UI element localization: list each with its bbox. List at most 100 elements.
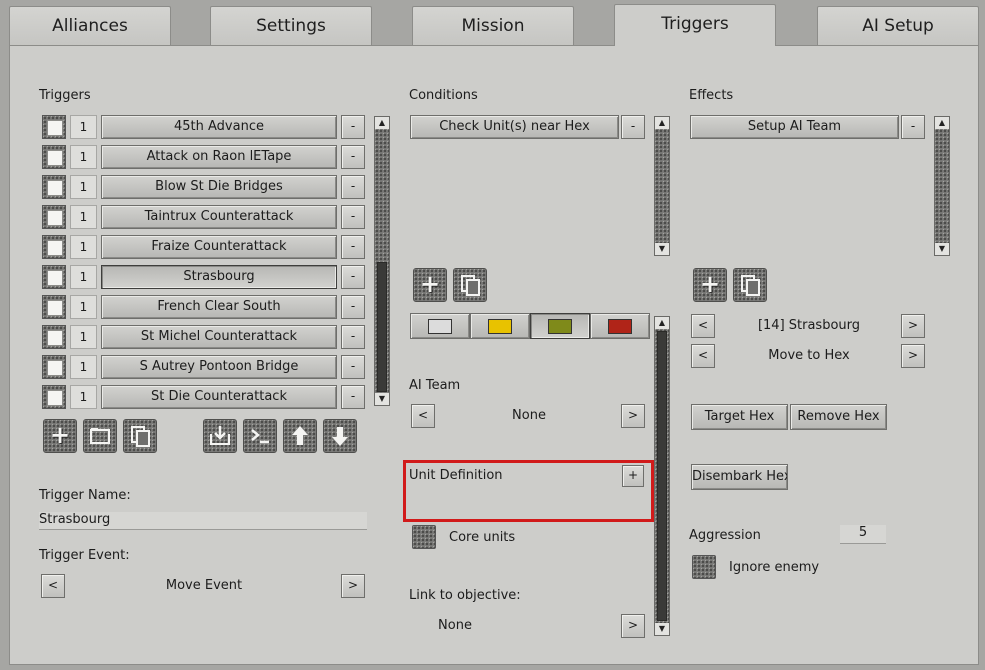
move-down-button[interactable] (323, 419, 357, 453)
scroll-down-arrow-icon[interactable]: ▼ (935, 243, 949, 255)
remove-hex-button[interactable]: Remove Hex (790, 404, 887, 430)
ignore-enemy-checkbox[interactable] (692, 555, 716, 579)
trigger-name-button[interactable]: S Autrey Pontoon Bridge (101, 355, 337, 379)
import-button[interactable] (203, 419, 237, 453)
trigger-enabled-checkbox[interactable] (42, 145, 66, 169)
add-effect-button[interactable]: + (693, 268, 727, 302)
folder-button[interactable] (83, 419, 117, 453)
trigger-enabled-checkbox[interactable] (42, 235, 66, 259)
trigger-remove-button[interactable]: - (341, 295, 365, 319)
trigger-name-button[interactable]: Strasbourg (101, 265, 337, 289)
trigger-enabled-checkbox[interactable] (42, 355, 66, 379)
ai-team-next-button[interactable]: > (621, 404, 645, 428)
scroll-down-arrow-icon[interactable]: ▼ (375, 393, 389, 405)
color-swatch-yellow[interactable] (470, 313, 530, 339)
trigger-name-input[interactable]: Strasbourg (39, 512, 367, 530)
console-button[interactable] (243, 419, 277, 453)
scroll-up-arrow-icon[interactable]: ▲ (655, 117, 669, 129)
trigger-remove-button[interactable]: - (341, 145, 365, 169)
tab-ai-setup[interactable]: AI Setup (817, 6, 979, 46)
color-swatch-olive[interactable] (530, 313, 590, 339)
trigger-remove-button[interactable]: - (341, 235, 365, 259)
trigger-count[interactable]: 1 (70, 265, 97, 289)
copy-trigger-button[interactable] (123, 419, 157, 453)
trigger-enabled-checkbox[interactable] (42, 295, 66, 319)
action-prev-button[interactable]: < (691, 344, 715, 368)
trigger-count[interactable]: 1 (70, 355, 97, 379)
trigger-enabled-checkbox[interactable] (42, 175, 66, 199)
trigger-count[interactable]: 1 (70, 145, 97, 169)
effects-scrollbar[interactable]: ▲ ▼ (934, 116, 950, 256)
trigger-count[interactable]: 1 (70, 175, 97, 199)
trigger-event-prev-button[interactable]: < (41, 574, 65, 598)
ai-team-prev-button[interactable]: < (411, 404, 435, 428)
add-trigger-button[interactable]: + (43, 419, 77, 453)
copy-condition-button[interactable] (453, 268, 487, 302)
trigger-enabled-checkbox[interactable] (42, 325, 66, 349)
effect-item[interactable]: Setup AI Team (690, 115, 899, 139)
scroll-down-arrow-icon[interactable]: ▼ (655, 243, 669, 255)
trigger-enabled-checkbox[interactable] (42, 115, 66, 139)
link-to-objective-next-button[interactable]: > (621, 614, 645, 638)
add-icon: + (419, 270, 441, 298)
trigger-name-button[interactable]: St Die Counterattack (101, 385, 337, 409)
trigger-count[interactable]: 1 (70, 115, 97, 139)
copy-icon (454, 269, 486, 301)
condition-remove-button[interactable]: - (621, 115, 645, 139)
trigger-count[interactable]: 1 (70, 205, 97, 229)
trigger-remove-button[interactable]: - (341, 115, 365, 139)
trigger-remove-button[interactable]: - (341, 265, 365, 289)
trigger-name-button[interactable]: 45th Advance (101, 115, 337, 139)
trigger-remove-button[interactable]: - (341, 385, 365, 409)
condition-details-scrollbar[interactable]: ▲ ▼ (654, 316, 670, 636)
effect-remove-button[interactable]: - (901, 115, 925, 139)
tab-bar: Alliances Settings Mission Triggers AI S… (0, 0, 985, 46)
triggers-heading: Triggers (39, 88, 91, 103)
tab-alliances[interactable]: Alliances (9, 6, 171, 46)
objective-prev-button[interactable]: < (691, 314, 715, 338)
color-swatch-white[interactable] (410, 313, 470, 339)
condition-item[interactable]: Check Unit(s) near Hex (410, 115, 619, 139)
trigger-event-value: Move Event (165, 578, 243, 593)
scroll-up-arrow-icon[interactable]: ▲ (375, 117, 389, 129)
conditions-heading: Conditions (409, 88, 478, 103)
disembark-hex-button[interactable]: Disembark Hex (691, 464, 788, 490)
trigger-name-button[interactable]: Blow St Die Bridges (101, 175, 337, 199)
tab-triggers[interactable]: Triggers (614, 4, 776, 46)
scroll-thumb[interactable] (657, 331, 667, 621)
trigger-enabled-checkbox[interactable] (42, 265, 66, 289)
trigger-count[interactable]: 1 (70, 385, 97, 409)
scroll-down-arrow-icon[interactable]: ▼ (655, 623, 669, 635)
trigger-event-next-button[interactable]: > (341, 574, 365, 598)
scroll-up-arrow-icon[interactable]: ▲ (655, 317, 669, 329)
trigger-count[interactable]: 1 (70, 235, 97, 259)
trigger-remove-button[interactable]: - (341, 175, 365, 199)
trigger-name-button[interactable]: Fraize Counterattack (101, 235, 337, 259)
trigger-count[interactable]: 1 (70, 325, 97, 349)
trigger-name-button[interactable]: St Michel Counterattack (101, 325, 337, 349)
objective-next-button[interactable]: > (901, 314, 925, 338)
aggression-input[interactable]: 5 (840, 525, 886, 544)
scroll-up-arrow-icon[interactable]: ▲ (935, 117, 949, 129)
action-next-button[interactable]: > (901, 344, 925, 368)
conditions-scrollbar[interactable]: ▲ ▼ (654, 116, 670, 256)
trigger-name-button[interactable]: Attack on Raon lETape (101, 145, 337, 169)
copy-effect-button[interactable] (733, 268, 767, 302)
trigger-name-button[interactable]: French Clear South (101, 295, 337, 319)
trigger-remove-button[interactable]: - (341, 205, 365, 229)
triggers-scrollbar[interactable]: ▲ ▼ (374, 116, 390, 406)
trigger-count[interactable]: 1 (70, 295, 97, 319)
add-condition-button[interactable]: + (413, 268, 447, 302)
core-units-checkbox[interactable] (412, 525, 436, 549)
color-swatch-red[interactable] (590, 313, 650, 339)
scroll-thumb[interactable] (377, 262, 387, 392)
move-up-button[interactable] (283, 419, 317, 453)
trigger-enabled-checkbox[interactable] (42, 385, 66, 409)
trigger-name-button[interactable]: Taintrux Counterattack (101, 205, 337, 229)
trigger-remove-button[interactable]: - (341, 325, 365, 349)
tab-mission[interactable]: Mission (412, 6, 574, 46)
trigger-enabled-checkbox[interactable] (42, 205, 66, 229)
trigger-remove-button[interactable]: - (341, 355, 365, 379)
target-hex-button[interactable]: Target Hex (691, 404, 788, 430)
tab-settings[interactable]: Settings (210, 6, 372, 46)
